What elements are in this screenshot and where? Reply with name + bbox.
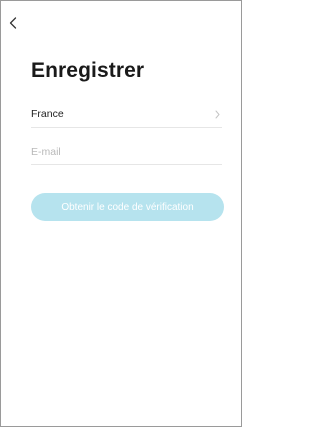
chevron-left-icon <box>9 17 17 29</box>
screen: Enregistrer France Obtenir le code de vé… <box>0 0 242 427</box>
email-field-container <box>31 140 222 165</box>
back-button[interactable] <box>5 15 21 31</box>
page-title: Enregistrer <box>31 59 145 82</box>
country-selector[interactable]: France <box>31 101 222 128</box>
chevron-right-icon <box>212 109 222 119</box>
email-field[interactable] <box>31 140 222 164</box>
country-value: France <box>31 108 64 120</box>
get-verification-code-button[interactable]: Obtenir le code de vérification <box>31 193 224 221</box>
